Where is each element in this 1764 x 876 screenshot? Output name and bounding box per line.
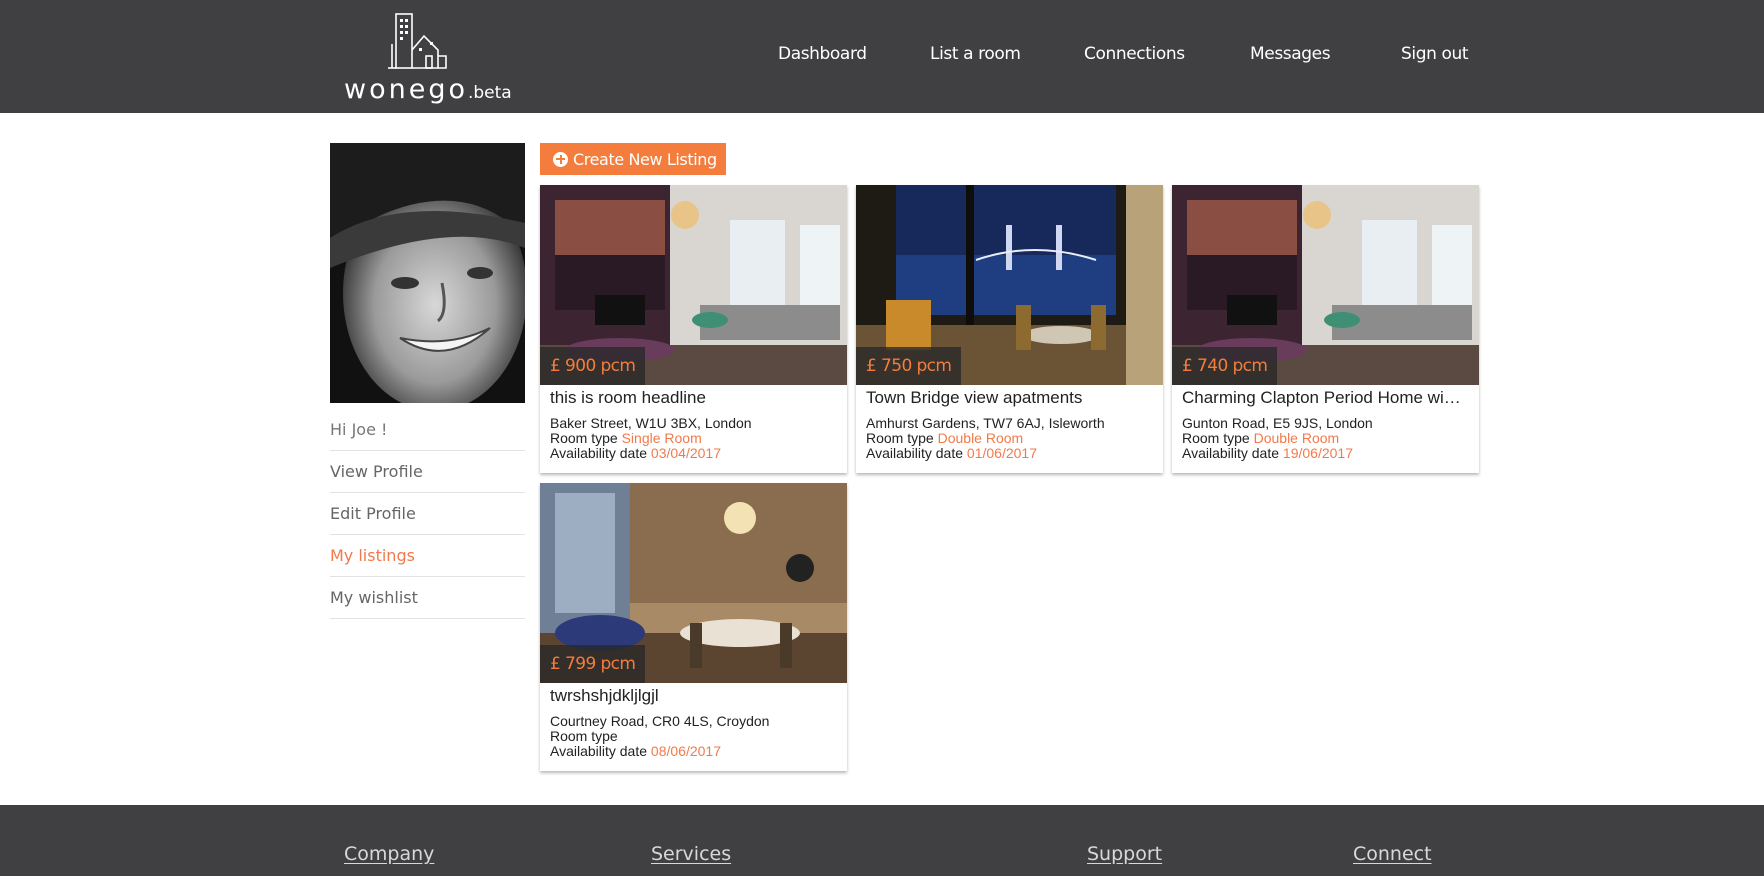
listing-address: Gunton Road, E5 9JS, London bbox=[1182, 415, 1373, 431]
listing-title: this is room headline bbox=[550, 388, 706, 407]
price-tag: £ 750 pcm bbox=[856, 347, 962, 385]
logo-wordmark: wonego.beta bbox=[344, 74, 512, 105]
price-tag: £ 900 pcm bbox=[540, 347, 646, 385]
listing-title: Charming Clapton Period Home wi… bbox=[1182, 388, 1461, 407]
nav-dashboard[interactable]: Dashboard bbox=[778, 44, 867, 64]
listing-title: twrshshjdkljlgjl bbox=[550, 686, 659, 705]
listing-room-type: Room type bbox=[550, 728, 618, 744]
listing-photo: £ 900 pcm bbox=[540, 185, 847, 385]
listing-card[interactable]: £ 900 pcm this is room headline Baker St… bbox=[540, 185, 847, 473]
listing-room-type: Room type Double Room bbox=[866, 430, 1024, 446]
listing-photo: £ 740 pcm bbox=[1172, 185, 1479, 385]
listing-availability: Availability date 01/06/2017 bbox=[866, 445, 1037, 461]
profile-avatar bbox=[330, 143, 525, 403]
wonego-logo[interactable]: wonego.beta bbox=[344, 12, 534, 105]
footer-services[interactable]: Services bbox=[651, 843, 731, 865]
price-tag: £ 799 pcm bbox=[540, 645, 646, 683]
listing-availability: Availability date 08/06/2017 bbox=[550, 743, 721, 759]
listing-card[interactable]: £ 750 pcm Town Bridge view apatments Amh… bbox=[856, 185, 1163, 473]
building-logo-icon bbox=[388, 13, 447, 69]
site-header: wonego.beta Dashboard List a room Connec… bbox=[0, 0, 1764, 113]
listing-room-type: Room type Double Room bbox=[1182, 430, 1340, 446]
sidebar-item-view-profile[interactable]: View Profile bbox=[330, 451, 525, 493]
listing-availability: Availability date 19/06/2017 bbox=[1182, 445, 1353, 461]
sidebar-item-my-listings[interactable]: My listings bbox=[330, 535, 525, 577]
nav-sign-out[interactable]: Sign out bbox=[1401, 44, 1469, 64]
listing-photo: £ 799 pcm bbox=[540, 483, 847, 683]
create-new-listing-button[interactable]: Create New Listing bbox=[540, 143, 726, 175]
footer-company[interactable]: Company bbox=[344, 843, 434, 865]
listing-address: Amhurst Gardens, TW7 6AJ, Isleworth bbox=[866, 415, 1105, 431]
footer-connect[interactable]: Connect bbox=[1353, 843, 1432, 865]
nav-connections[interactable]: Connections bbox=[1084, 44, 1185, 64]
listing-availability: Availability date 03/04/2017 bbox=[550, 445, 721, 461]
site-footer: Company Services Support Connect bbox=[0, 805, 1764, 876]
listing-card[interactable]: £ 740 pcm Charming Clapton Period Home w… bbox=[1172, 185, 1479, 473]
nav-messages[interactable]: Messages bbox=[1250, 44, 1331, 64]
listing-address: Baker Street, W1U 3BX, London bbox=[550, 415, 752, 431]
listing-card[interactable]: £ 799 pcm twrshshjdkljlgjl Courtney Road… bbox=[540, 483, 847, 771]
price-tag: £ 740 pcm bbox=[1172, 347, 1278, 385]
create-button-label: Create New Listing bbox=[573, 149, 717, 169]
listing-room-type: Room type Single Room bbox=[550, 430, 702, 446]
listing-photo: £ 750 pcm bbox=[856, 185, 1163, 385]
footer-support[interactable]: Support bbox=[1087, 843, 1162, 865]
nav-list-a-room[interactable]: List a room bbox=[930, 44, 1021, 64]
sidebar-item-my-wishlist[interactable]: My wishlist bbox=[330, 577, 525, 619]
plus-circle-icon bbox=[553, 151, 568, 167]
sidebar-menu: Hi Joe ! View Profile Edit Profile My li… bbox=[330, 409, 525, 619]
sidebar-item-edit-profile[interactable]: Edit Profile bbox=[330, 493, 525, 535]
listing-address: Courtney Road, CR0 4LS, Croydon bbox=[550, 713, 770, 729]
listing-title: Town Bridge view apatments bbox=[866, 388, 1083, 407]
greeting-text: Hi Joe ! bbox=[330, 409, 525, 451]
